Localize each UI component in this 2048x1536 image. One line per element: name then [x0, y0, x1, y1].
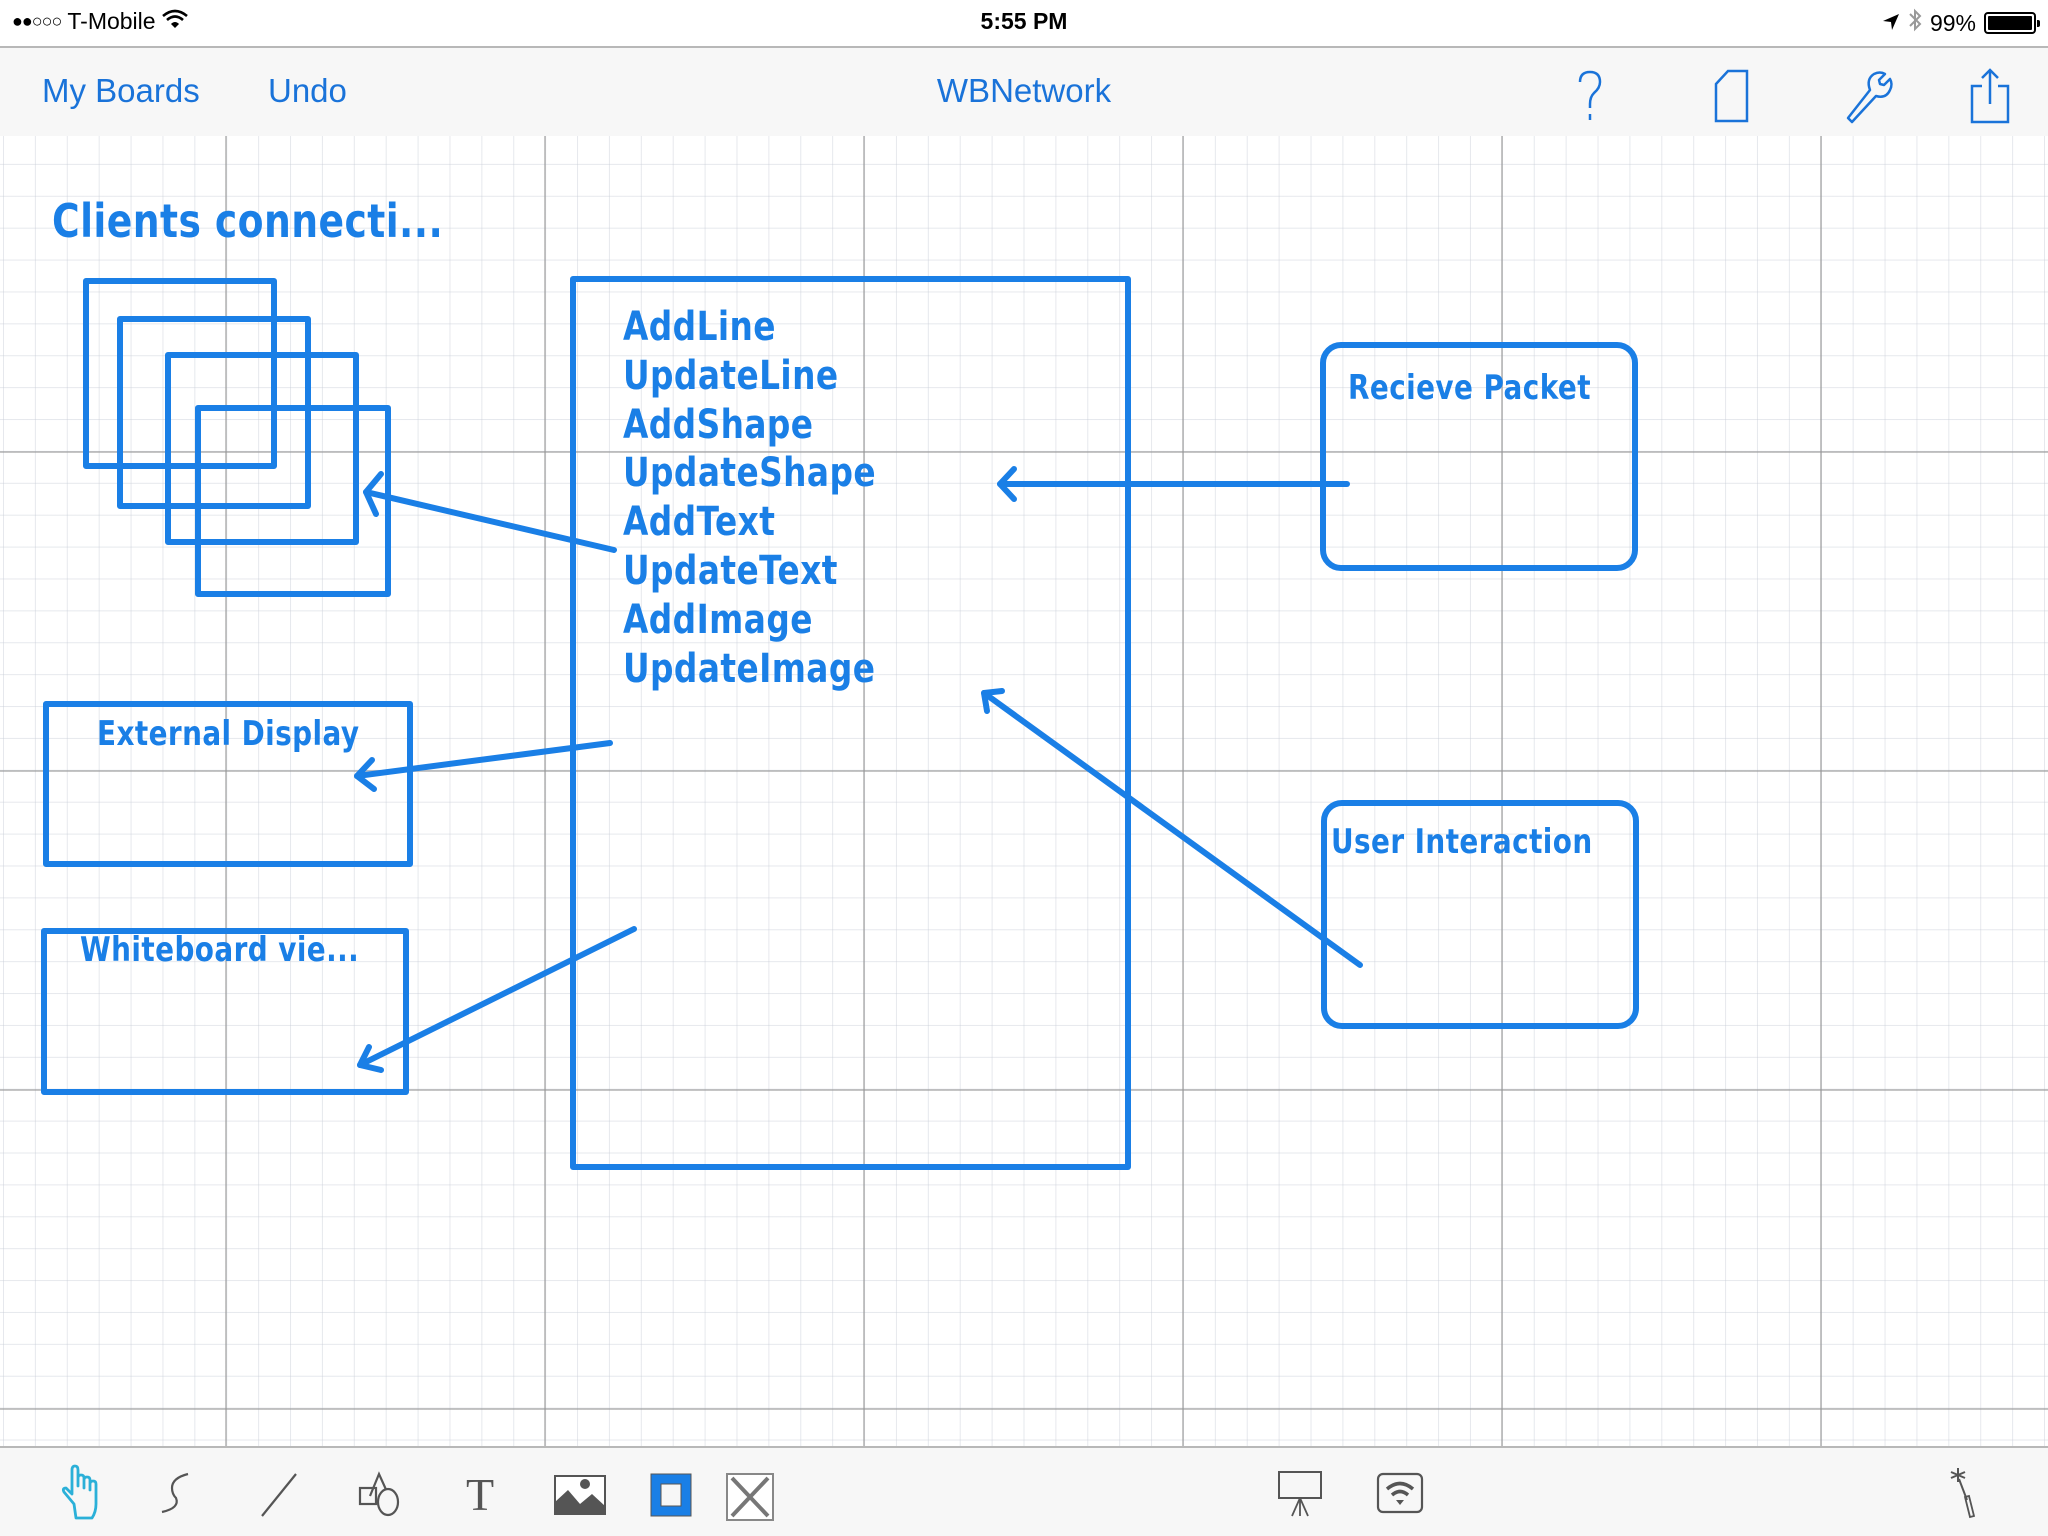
command-item: UpdateShape — [623, 450, 876, 497]
arrow-from-receive-packet[interactable] — [997, 466, 1350, 502]
image-icon — [554, 1475, 606, 1515]
client-rect-4[interactable] — [195, 405, 391, 597]
battery-fill — [1988, 16, 2032, 30]
command-item: UpdateText — [623, 547, 838, 594]
clients-title[interactable]: Clients connecti... — [52, 194, 443, 248]
stroke-style-tool[interactable] — [642, 1464, 702, 1524]
stroke-color-icon — [650, 1473, 692, 1517]
command-item: AddImage — [623, 596, 813, 643]
undo-button[interactable]: Undo — [268, 72, 347, 110]
whiteboard-canvas[interactable]: Clients connecti... AddLine UpdateLine A… — [0, 136, 2048, 1446]
help-icon[interactable] — [1562, 66, 1618, 126]
user-interaction-label[interactable]: User Interaction — [1331, 822, 1593, 862]
my-boards-button[interactable]: My Boards — [42, 72, 200, 110]
battery-icon — [1984, 12, 2040, 34]
present-tool[interactable] — [1270, 1464, 1330, 1524]
freehand-tool[interactable] — [148, 1464, 208, 1524]
pointer-hand-icon — [61, 1464, 98, 1520]
command-item: UpdateImage — [623, 645, 876, 692]
nav-bar: My Boards Undo WBNetwork — [0, 46, 2048, 136]
arrow-to-clients[interactable] — [363, 471, 617, 553]
command-item: AddText — [623, 499, 776, 546]
battery-percent: 99% — [1929, 9, 1976, 36]
drawing-layer — [41, 276, 1639, 1170]
svg-text:T: T — [466, 1469, 494, 1520]
bottom-toolbar: T — [0, 1446, 2048, 1536]
board-title: WBNetwork — [936, 72, 1112, 109]
external-display-label[interactable]: External Display — [97, 714, 359, 754]
freehand-curve-icon — [161, 1472, 189, 1514]
image-tool[interactable] — [550, 1464, 610, 1524]
arrow-to-whiteboard-view[interactable] — [357, 926, 637, 1073]
fill-none-tool[interactable] — [720, 1464, 780, 1524]
page-icon[interactable] — [1702, 66, 1758, 126]
command-item: UpdateLine — [623, 352, 839, 399]
command-item: AddLine — [623, 304, 776, 350]
receive-packet-label[interactable]: Recieve Packet — [1348, 368, 1591, 408]
client-rect-2[interactable] — [117, 316, 311, 509]
presentation-easel-icon — [1278, 1471, 1322, 1517]
pointer-hand-tool[interactable] — [50, 1464, 110, 1524]
network-share-tool[interactable] — [1370, 1464, 1430, 1524]
text-tool[interactable]: T — [450, 1464, 510, 1524]
status-right: 99% — [1882, 8, 2040, 38]
text-icon: T — [466, 1469, 494, 1520]
arrow-from-user-interaction[interactable] — [981, 688, 1363, 968]
magic-wand-tool[interactable] — [1940, 1464, 2000, 1524]
location-arrow-icon — [1882, 10, 1900, 37]
status-bar: ●●○○○ T-Mobile 5:55 PM 99% — [0, 0, 2048, 46]
command-list[interactable]: AddLine UpdateLine AddShape UpdateShape … — [623, 303, 876, 693]
whiteboard-app: ●●○○○ T-Mobile 5:55 PM 99% My Boards Und… — [0, 0, 2048, 1536]
bluetooth-icon — [1908, 8, 1922, 38]
wifi-share-icon — [1376, 1472, 1424, 1514]
no-fill-icon — [726, 1473, 774, 1521]
line-icon — [261, 1473, 297, 1517]
shapes-icon — [358, 1471, 400, 1517]
magic-wand-icon — [1950, 1468, 1976, 1519]
status-time: 5:55 PM — [980, 8, 1068, 34]
command-item: AddShape — [623, 401, 814, 448]
share-icon[interactable] — [1962, 66, 2018, 126]
line-tool[interactable] — [250, 1464, 310, 1524]
wrench-icon[interactable] — [1840, 66, 1896, 126]
whiteboard-view-label[interactable]: Whiteboard vie... — [80, 930, 359, 970]
shapes-tool[interactable] — [350, 1464, 410, 1524]
client-rect-1[interactable] — [83, 278, 277, 469]
